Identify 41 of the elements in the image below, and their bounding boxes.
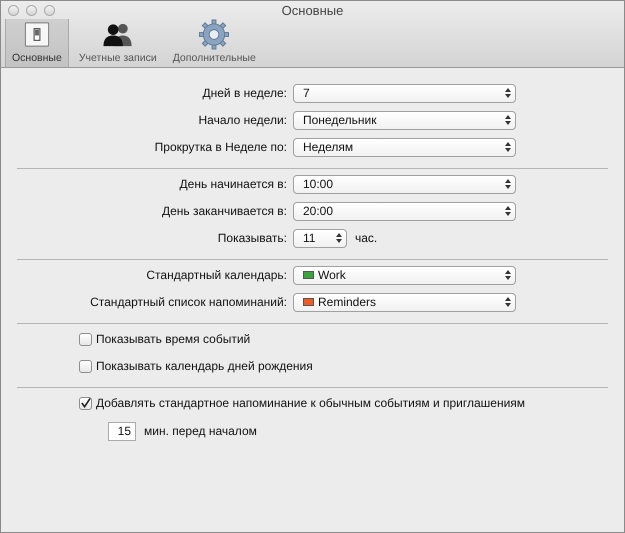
- field-label: Показывать:: [216, 231, 288, 245]
- popup-button[interactable]: 10:00: [293, 174, 516, 194]
- field-label: День заканчивается в:: [160, 204, 288, 218]
- checkbox[interactable]: [79, 360, 92, 372]
- field-label: Прокрутка в Неделе по:: [154, 140, 288, 154]
- unit-label: час.: [355, 231, 378, 245]
- window-button[interactable]: [8, 4, 19, 16]
- popup-button[interactable]: 20:00: [293, 202, 516, 220]
- stepper-arrows-icon: [505, 88, 511, 98]
- stepper-arrows-icon: [505, 115, 511, 125]
- popup-button[interactable]: Reminders: [293, 292, 516, 312]
- stepper-arrows-icon: [505, 297, 511, 307]
- stepper-popup[interactable]: 11: [293, 228, 347, 248]
- toolbar-tab[interactable]: Учетные записи: [72, 19, 163, 67]
- stepper-arrows-icon: [505, 179, 511, 189]
- checkbox[interactable]: [79, 396, 92, 410]
- toolbar-tab[interactable]: Основные: [5, 19, 69, 67]
- field-label: Стандартный календарь:: [145, 268, 288, 282]
- stepper-arrows-icon: [505, 142, 511, 152]
- gear-icon: [198, 19, 230, 50]
- field-label: Начало недели:: [198, 113, 288, 127]
- minutes-field[interactable]: 15: [108, 422, 136, 440]
- toolbar-tab[interactable]: Дополнительные: [166, 19, 262, 67]
- checkbox-label: Добавлять стандартное напоминание к обычным событиям и приглашениям: [96, 396, 526, 410]
- window-button[interactable]: [44, 4, 55, 16]
- popup-button[interactable]: Неделям: [293, 138, 516, 156]
- stepper-arrows-icon: [505, 206, 511, 216]
- window-button[interactable]: [26, 4, 37, 16]
- popup-button[interactable]: Понедельник: [293, 110, 516, 130]
- field-label: Дней в неделе:: [202, 86, 288, 100]
- popup-button[interactable]: Work: [293, 266, 516, 284]
- stepper-arrows-icon: [505, 270, 511, 280]
- unit-label: мин. перед началом: [144, 424, 257, 438]
- checkbox[interactable]: [79, 332, 92, 346]
- checkbox-label: Показывать календарь дней рождения: [96, 359, 313, 373]
- popup-button[interactable]: 7: [293, 84, 516, 102]
- checkbox-label: Показывать время событий: [96, 332, 250, 346]
- window-title: Основные: [282, 2, 344, 18]
- stepper-arrows-icon: [336, 233, 342, 243]
- field-label: Стандартный список напоминаний:: [89, 295, 288, 309]
- field-label: День начинается в:: [178, 177, 288, 191]
